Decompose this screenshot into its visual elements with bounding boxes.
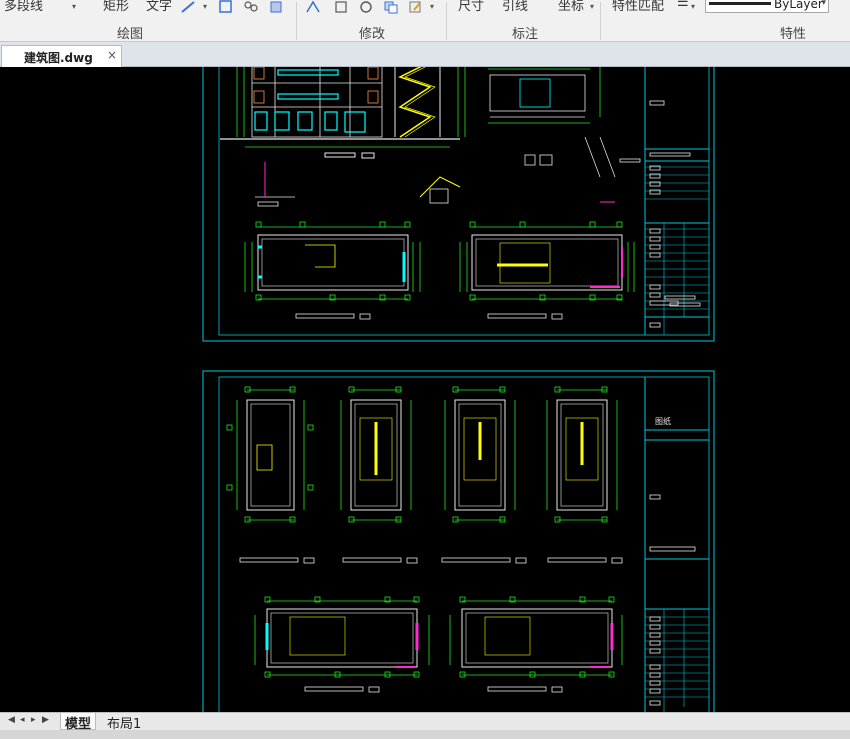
chevron-down-icon[interactable]: ▾ [203, 2, 207, 11]
document-tab[interactable]: 建筑图.dwg × [1, 45, 122, 67]
first-layout-button[interactable]: ◀ [8, 715, 15, 725]
dimension-tool-label[interactable]: 尺寸 [458, 0, 484, 14]
chevron-down-icon[interactable]: ▾ [691, 2, 695, 11]
chevron-down-icon[interactable]: ▾ [72, 2, 76, 11]
edit-icon[interactable] [408, 0, 424, 14]
polyline-tool-label[interactable]: 多段线 [4, 0, 43, 14]
group-label-draw: 绘图 [116, 27, 143, 42]
next-layout-button[interactable]: ▸ [31, 715, 36, 725]
tab-model[interactable]: 模型 [60, 713, 97, 732]
close-icon[interactable]: × [107, 48, 117, 62]
copy-icon[interactable] [383, 0, 399, 14]
stretch-icon[interactable] [305, 0, 321, 14]
tab-layout1[interactable]: 布局1 [103, 713, 145, 732]
drawing-canvas[interactable]: 图纸 [0, 67, 850, 712]
chevron-down-icon[interactable]: ▾ [430, 2, 434, 11]
group-label-properties: 特性 [779, 27, 806, 42]
ribbon-separator [600, 2, 601, 40]
line-icon[interactable] [180, 0, 196, 14]
rotate-icon[interactable] [358, 0, 374, 14]
group-label-annotate: 标注 [511, 27, 538, 42]
plan-2-1 [244, 221, 421, 320]
plan-2-row [254, 596, 623, 693]
title-block-label: 图纸 [655, 416, 671, 426]
coordinate-tool-label[interactable]: 坐标 [558, 0, 584, 14]
ribbon-separator [296, 2, 297, 40]
mask-icon[interactable] [268, 0, 284, 14]
text-tool-label[interactable]: 文字 [146, 0, 172, 14]
linetype-value: ByLayer [774, 0, 823, 11]
linetype-select[interactable]: ByLayer ▾ [705, 0, 829, 13]
layout-tab-bar: ◀ ◂ ▸ ▶ 模型 布局1 [0, 712, 850, 732]
document-tab-title: 建筑图.dwg [24, 51, 93, 65]
rectangle-tool-label[interactable]: 矩形 [103, 0, 129, 14]
linetype-swatch [709, 2, 771, 5]
sheet-2: 图纸 [202, 370, 715, 712]
match-properties-label[interactable]: 特性匹配 [612, 0, 664, 14]
plan-1-row [226, 386, 623, 564]
group-label-modify: 修改 [358, 27, 385, 42]
sheet-1 [202, 67, 715, 342]
status-bar [0, 730, 850, 739]
last-layout-button[interactable]: ▶ [42, 715, 49, 725]
ribbon: 多段线 ▾ 矩形 文字 ▾ ▾ 尺寸 引线 坐标 ▾ 特性匹配 ☰ ▾ ByLa… [0, 0, 850, 42]
scale-icon[interactable] [333, 0, 349, 14]
leader-tool-label[interactable]: 引线 [502, 0, 528, 14]
document-tab-bar: 建筑图.dwg × [0, 42, 850, 67]
cad-drawing: 图纸 [202, 67, 715, 712]
group-icon[interactable] [243, 0, 259, 14]
ribbon-tools-row: 多段线 ▾ 矩形 文字 ▾ ▾ 尺寸 引线 坐标 ▾ 特性匹配 ☰ ▾ ByLa… [0, 0, 850, 40]
plan-2-2 [459, 221, 635, 320]
region-icon[interactable] [218, 0, 234, 14]
chevron-down-icon[interactable]: ▾ [590, 2, 594, 11]
list-icon[interactable]: ☰ [677, 0, 689, 10]
ribbon-separator [446, 2, 447, 40]
prev-layout-button[interactable]: ◂ [20, 715, 25, 725]
chevron-down-icon[interactable]: ▾ [821, 0, 826, 8]
